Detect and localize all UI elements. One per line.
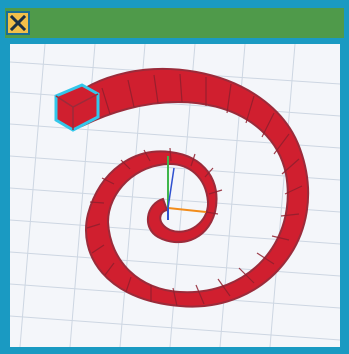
3d-viewport[interactable] — [10, 44, 340, 347]
selected-end-cube[interactable] — [54, 83, 100, 132]
title-bar — [5, 8, 344, 38]
app-window — [0, 0, 349, 354]
workplane[interactable] — [10, 44, 340, 347]
close-button[interactable] — [6, 11, 30, 35]
close-icon — [9, 14, 27, 32]
